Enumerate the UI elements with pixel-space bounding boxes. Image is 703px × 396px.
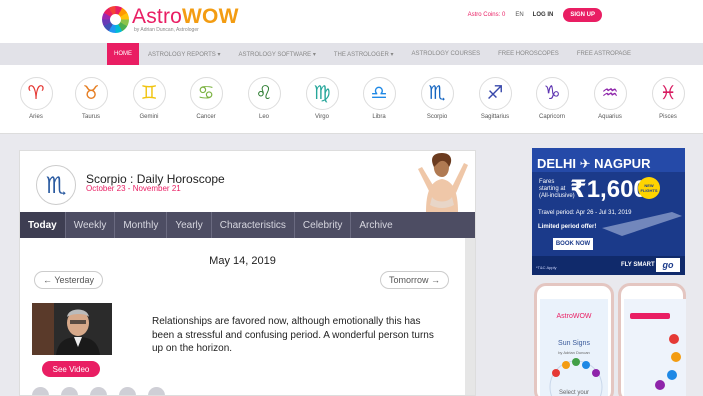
content-scrollbar[interactable]: [465, 238, 475, 395]
tab-archive[interactable]: Archive: [351, 212, 400, 238]
scorpio-icon: ♏: [420, 77, 454, 110]
zodiac-aquarius[interactable]: ♒ Aquarius: [590, 77, 630, 120]
horoscope-card: ♏ Scorpio : Daily Horoscope October 23 -…: [19, 150, 476, 396]
zodiac-label: Leo: [258, 114, 269, 120]
scorpio-icon: ♏: [36, 165, 76, 205]
zodiac-label: Scorpio: [426, 114, 448, 120]
site-logo[interactable]: AstroWOW by Adrian Duncan, Astrologer: [102, 6, 239, 33]
instagram-icon[interactable]: [61, 387, 78, 395]
ad-terms: *T&C Apply: [536, 265, 557, 270]
signup-button[interactable]: SIGN UP: [563, 8, 602, 22]
tab-weekly[interactable]: Weekly: [66, 212, 116, 238]
ad-brand: FLY SMART: [621, 262, 655, 268]
zodiac-label: Virgo: [315, 114, 329, 120]
horoscope-dates: October 23 - November 21: [86, 184, 181, 193]
model-image: [412, 153, 472, 212]
logo-astro: Astro: [132, 5, 183, 28]
tab-characteristics[interactable]: Characteristics: [212, 212, 295, 238]
ad-route: DELHI ✈ NAGPUR: [537, 156, 651, 171]
zodiac-capricorn[interactable]: ♑ Capricorn: [532, 77, 572, 120]
capricorn-icon: ♑: [535, 77, 569, 110]
facebook-icon[interactable]: [32, 387, 49, 395]
zodiac-label: Aquarius: [598, 114, 622, 120]
phone-screen: [624, 299, 686, 396]
youtube-icon[interactable]: [119, 387, 136, 395]
leo-icon: ♌: [247, 77, 281, 110]
phone-mockup[interactable]: AstroWOW Sun Signs by Adrian Duncan Sele…: [534, 283, 614, 396]
horoscope-header: ♏ Scorpio : Daily Horoscope October 23 -…: [20, 151, 475, 212]
phone-heading: Sun Signs: [558, 340, 590, 347]
tab-today[interactable]: Today: [20, 212, 66, 238]
tomorrow-button[interactable]: Tomorrow →: [380, 271, 450, 289]
phone-subtitle: by Adrian Duncan: [558, 350, 590, 355]
taurus-icon: ♉: [74, 77, 108, 110]
book-now-button[interactable]: BOOK NOW: [553, 238, 593, 250]
tab-monthly[interactable]: Monthly: [115, 212, 168, 238]
sagittarius-icon: ♐: [478, 77, 512, 110]
zodiac-sagittarius[interactable]: ♐ Sagittarius: [475, 77, 515, 120]
zodiac-cancer[interactable]: ♋ Cancer: [186, 77, 226, 120]
aquarius-icon: ♒: [593, 77, 627, 110]
video-thumbnail[interactable]: [32, 303, 112, 355]
tab-yearly[interactable]: Yearly: [167, 212, 212, 238]
zodiac-label: Taurus: [81, 114, 100, 120]
zodiac-leo[interactable]: ♌ Leo: [244, 77, 284, 120]
zodiac-strip: ♈ Aries ♉ Taurus ♊ Gemini ♋ Cancer ♌ Leo…: [0, 65, 703, 134]
zodiac-pisces[interactable]: ♓ Pisces: [648, 77, 688, 120]
see-video-button[interactable]: See Video: [42, 361, 100, 377]
zodiac-label: Capricorn: [538, 114, 565, 120]
zodiac-label: Pisces: [659, 114, 677, 120]
gemini-icon: ♊: [132, 77, 166, 110]
zodiac-label: Sagittarius: [480, 114, 510, 120]
astro-coins[interactable]: Astro Coins: 0: [468, 12, 506, 18]
zodiac-aries[interactable]: ♈ Aries: [16, 77, 56, 120]
nav-free-astropage[interactable]: FREE ASTROPAGE: [568, 43, 640, 65]
zodiac-taurus[interactable]: ♉ Taurus: [71, 77, 111, 120]
zodiac-label: Cancer: [196, 114, 216, 120]
horoscope-reading: Relationships are favored now, although …: [152, 316, 434, 354]
goair-logo: go: [656, 258, 680, 272]
nav-astrology-software[interactable]: ASTROLOGY SOFTWARE ▾: [229, 43, 324, 65]
flight-advertisement[interactable]: DELHI ✈ NAGPUR Fares starting at (All-in…: [532, 148, 685, 275]
zodiac-wheel-icon: [102, 6, 129, 33]
horoscope-date: May 14, 2019: [209, 255, 276, 267]
nav-astrology-reports[interactable]: ASTROLOGY REPORTS ▾: [139, 43, 229, 65]
zodiac-gemini[interactable]: ♊ Gemini: [129, 77, 169, 120]
language-selector[interactable]: EN: [515, 12, 523, 18]
ad-offer: Limited period offer!: [538, 224, 597, 230]
virgo-icon: ♍: [305, 77, 339, 110]
yesterday-button[interactable]: ← Yesterday: [34, 271, 104, 289]
logo-wow: WOW: [182, 5, 239, 28]
phone-select-text: Select your: [558, 390, 589, 396]
pisces-icon: ♓: [651, 77, 685, 110]
share-icon[interactable]: [148, 387, 165, 395]
main-nav: HOME ASTROLOGY REPORTS ▾ ASTROLOGY SOFTW…: [0, 43, 703, 65]
horoscope-tabs: Today Weekly Monthly Yearly Characterist…: [20, 212, 475, 238]
zodiac-label: Libra: [372, 114, 386, 120]
zodiac-label: Gemini: [139, 114, 159, 120]
new-flights-badge: NEW FLIGHTS: [638, 177, 660, 199]
ad-travel-period: Travel period: Apr 26 - Jul 31, 2019: [538, 210, 632, 216]
nav-the-astrologer[interactable]: THE ASTROLOGER ▾: [325, 43, 403, 65]
tab-celebrity[interactable]: Celebrity: [295, 212, 352, 238]
site-header: AstroWOW by Adrian Duncan, Astrologer As…: [0, 0, 703, 43]
phone-app-screen: [624, 299, 686, 396]
login-link[interactable]: LOG IN: [533, 12, 554, 18]
nav-home[interactable]: HOME: [107, 43, 139, 65]
zodiac-label: Aries: [29, 114, 43, 120]
phone-screen: AstroWOW Sun Signs by Adrian Duncan Sele…: [540, 299, 608, 396]
zodiac-scorpio[interactable]: ♏ Scorpio: [417, 77, 457, 120]
nav-astrology-courses[interactable]: ASTROLOGY COURSES: [403, 43, 490, 65]
nav-free-horoscopes[interactable]: FREE HOROSCOPES: [489, 43, 568, 65]
zodiac-libra[interactable]: ♎ Libra: [359, 77, 399, 120]
zodiac-virgo[interactable]: ♍ Virgo: [302, 77, 342, 120]
astrologer-photo: [32, 303, 112, 355]
phone-app-name: AstroWOW: [556, 313, 592, 320]
twitter-icon[interactable]: [90, 387, 107, 395]
libra-icon: ♎: [362, 77, 396, 110]
phone-mockup-second[interactable]: [618, 283, 686, 396]
aries-icon: ♈: [19, 77, 53, 110]
cancer-icon: ♋: [189, 77, 223, 110]
